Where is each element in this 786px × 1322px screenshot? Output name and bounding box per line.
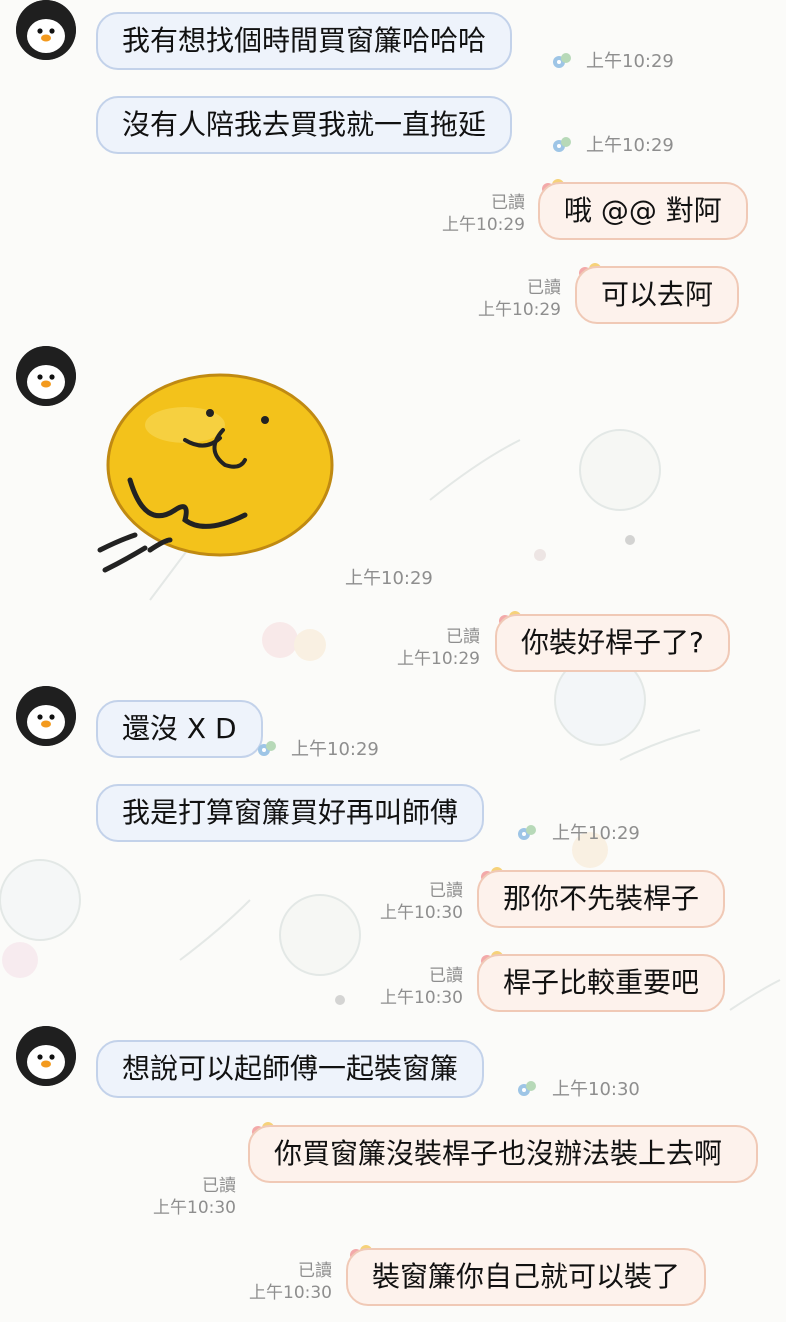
read-receipt: 已讀 上午10:30 [357,880,463,924]
message-text: 我是打算窗簾買好再叫師傅 [122,796,459,829]
message-timestamp: 上午10:30 [552,1079,640,1100]
flower-decoration-icon [553,137,571,152]
penguin-avatar-icon [16,346,76,406]
outgoing-message-bubble[interactable]: 裝窗簾你自己就可以裝了 [346,1248,707,1306]
smiling-yellow-blob-sticker[interactable] [95,370,340,585]
flower-decoration-icon [553,53,571,68]
outgoing-message-bubble[interactable]: 那你不先裝桿子 [477,870,726,928]
message-text: 你裝好桿子了? [521,626,704,659]
message-timestamp: 上午10:29 [442,215,525,235]
message-timestamp: 上午10:30 [153,1198,236,1218]
message-timestamp: 上午10:30 [380,988,463,1008]
contact-avatar[interactable] [16,0,76,60]
message-timestamp: 上午10:29 [552,823,640,844]
incoming-message-bubble[interactable]: 沒有人陪我去買我就一直拖延 [96,96,513,154]
message-text: 我有想找個時間買窗簾哈哈哈 [122,24,487,57]
read-receipt: 已讀 上午10:29 [455,277,561,321]
message-timestamp: 上午10:29 [586,135,674,156]
contact-avatar[interactable] [16,1026,76,1086]
read-receipt: 已讀 上午10:29 [420,192,525,236]
read-receipt: 已讀 上午10:29 [375,626,480,670]
contact-avatar[interactable] [16,686,76,746]
message-timestamp: 上午10:29 [397,649,480,669]
outgoing-message-bubble[interactable]: 可以去阿 [575,266,740,324]
read-label: 已讀 [491,193,525,213]
message-text: 可以去阿 [601,278,714,311]
message-text: 想說可以起師傅一起裝窗簾 [122,1052,459,1085]
read-label: 已讀 [429,966,463,986]
flower-decoration-icon [258,741,276,756]
penguin-avatar-icon [16,1026,76,1086]
incoming-message-bubble[interactable]: 我有想找個時間買窗簾哈哈哈 [96,12,513,70]
message-timestamp: 上午10:30 [380,903,463,923]
message-text: 桿子比較重要吧 [503,966,700,999]
message-text: 裝窗簾你自己就可以裝了 [372,1260,681,1293]
contact-avatar[interactable] [16,346,76,406]
incoming-message-bubble[interactable]: 我是打算窗簾買好再叫師傅 [96,784,485,842]
message-text: 還沒 X D [122,712,237,745]
outgoing-message-bubble[interactable]: 哦 @@ 對阿 [538,182,748,240]
read-label: 已讀 [446,627,480,647]
read-receipt: 已讀 上午10:30 [357,965,463,1009]
message-text: 哦 @@ 對阿 [564,194,722,227]
message-timestamp: 上午10:29 [345,568,433,589]
message-text: 那你不先裝桿子 [503,882,700,915]
message-timestamp: 上午10:29 [586,51,674,72]
penguin-avatar-icon [16,686,76,746]
incoming-message-bubble[interactable]: 還沒 X D [96,700,263,758]
outgoing-message-bubble[interactable]: 你買窗簾沒裝桿子也沒辦法裝上去啊 [248,1125,758,1183]
message-timestamp: 上午10:29 [478,300,561,320]
read-label: 已讀 [298,1261,332,1281]
outgoing-message-bubble[interactable]: 你裝好桿子了? [495,614,730,672]
flower-decoration-icon [518,825,536,840]
message-text: 你買窗簾沒裝桿子也沒辦法裝上去啊 [274,1137,723,1170]
incoming-message-bubble[interactable]: 想說可以起師傅一起裝窗簾 [96,1040,485,1098]
message-text: 沒有人陪我去買我就一直拖延 [122,108,487,141]
flower-decoration-icon [518,1081,536,1096]
outgoing-message-bubble[interactable]: 桿子比較重要吧 [477,954,726,1012]
message-timestamp: 上午10:30 [249,1283,332,1303]
read-label: 已讀 [202,1176,236,1196]
penguin-avatar-icon [16,0,76,60]
read-label: 已讀 [527,278,561,298]
read-receipt: 已讀 上午10:30 [226,1260,332,1304]
read-receipt: 已讀 上午10:30 [130,1175,236,1219]
read-label: 已讀 [429,881,463,901]
message-timestamp: 上午10:29 [291,739,379,760]
